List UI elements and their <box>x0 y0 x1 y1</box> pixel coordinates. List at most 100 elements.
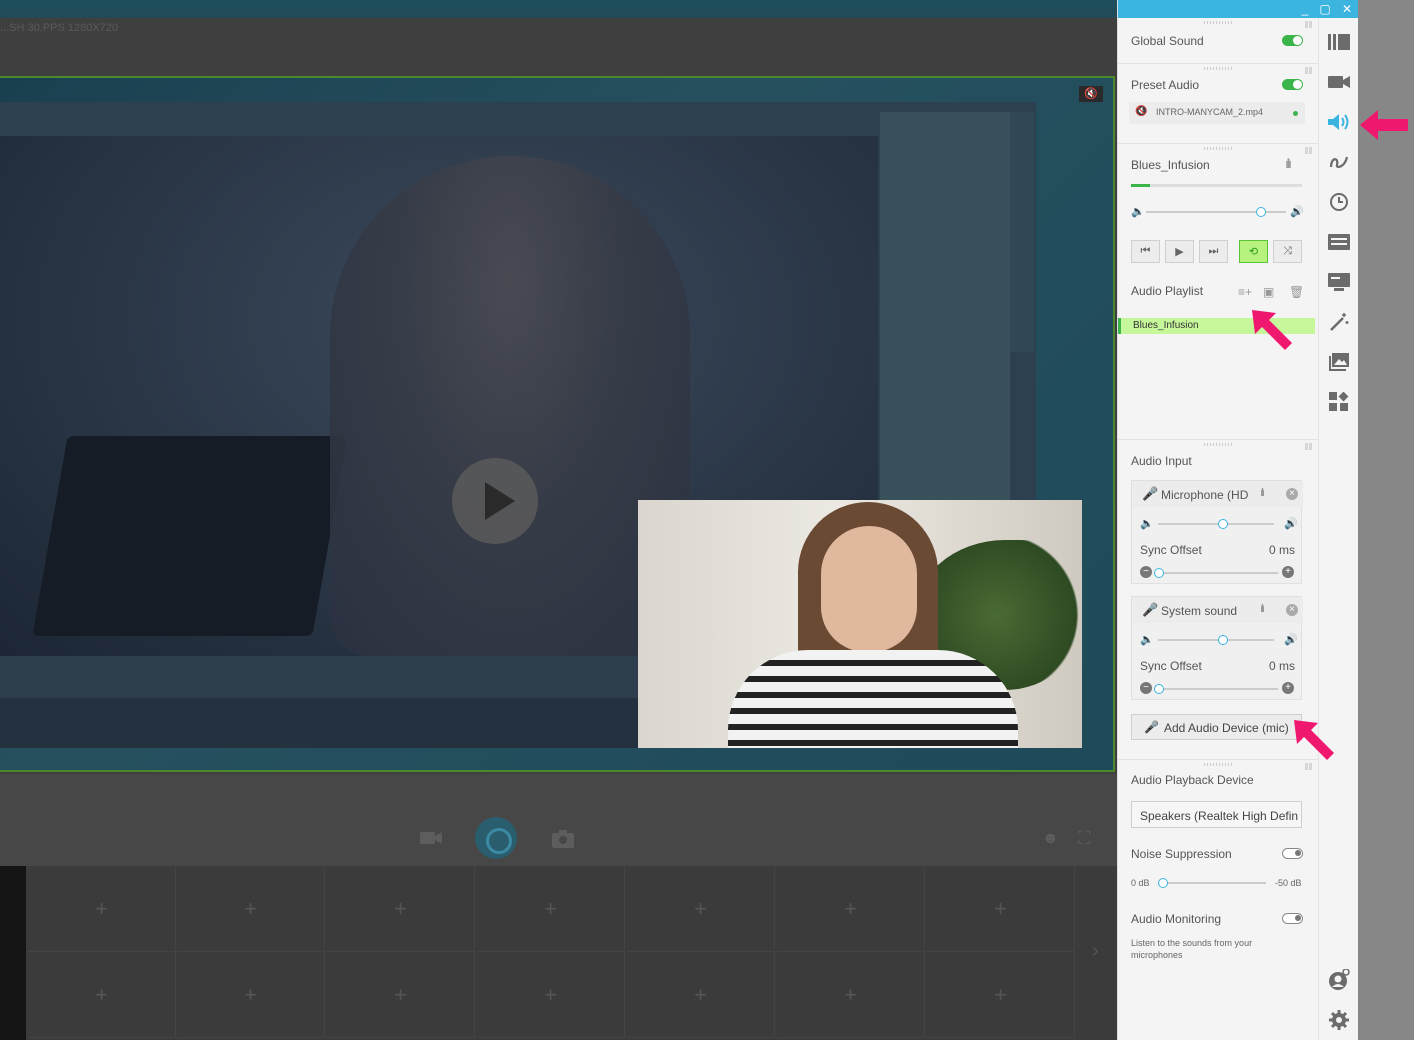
device-volume-knob[interactable] <box>1218 519 1228 529</box>
remove-device-button[interactable]: × <box>1286 488 1298 500</box>
preset-audio-section: Preset Audio 🔇 INTRO-MANYCAM_2.mp4 <box>1118 64 1318 144</box>
repeat-button[interactable]: ⟲ <box>1239 240 1268 263</box>
audio-input-section: Audio Input 🎤 Microphone (HD ıllı × 🔈 🔊 … <box>1118 440 1318 760</box>
widgets-icon[interactable] <box>1327 390 1351 414</box>
device-volume-slider[interactable] <box>1158 519 1274 529</box>
grid-cell[interactable]: + <box>927 866 1075 952</box>
drag-grip[interactable] <box>1204 67 1232 70</box>
next-button[interactable]: ⏭ <box>1199 240 1228 263</box>
remove-device-button[interactable]: × <box>1286 604 1298 616</box>
corner-handle[interactable] <box>1305 443 1312 450</box>
drag-grip[interactable] <box>1204 21 1232 24</box>
lower-thirds-icon[interactable] <box>1327 230 1351 254</box>
device-volume-slider[interactable] <box>1158 635 1274 645</box>
audio-icon[interactable] <box>1327 110 1351 134</box>
save-icon[interactable]: ▣ <box>1263 285 1274 299</box>
track-progress[interactable] <box>1131 184 1302 187</box>
sync-offset-slider[interactable] <box>1154 684 1278 694</box>
grid-next-arrow[interactable]: › <box>1092 940 1099 963</box>
grid-cell[interactable]: + <box>477 952 625 1038</box>
effects-icon[interactable] <box>1327 310 1351 334</box>
grid-cell[interactable]: + <box>28 866 176 952</box>
main-preview[interactable]: 🔇 <box>0 76 1115 772</box>
account-icon[interactable] <box>1327 968 1351 992</box>
presets-icon[interactable] <box>1327 30 1351 54</box>
grid-cell[interactable]: + <box>627 866 775 952</box>
play-button[interactable] <box>452 458 538 544</box>
images-icon[interactable] <box>1327 350 1351 374</box>
picture-in-picture[interactable] <box>638 500 1082 748</box>
camera-icon[interactable] <box>420 826 442 852</box>
corner-handle[interactable] <box>1305 147 1312 154</box>
grid-cell[interactable]: + <box>777 952 925 1038</box>
player-volume-knob[interactable] <box>1256 207 1266 217</box>
sync-offset-knob[interactable] <box>1154 568 1164 578</box>
drag-grip[interactable] <box>1204 147 1232 150</box>
grid-cell[interactable]: + <box>177 952 325 1038</box>
player-volume-slider[interactable] <box>1146 207 1286 217</box>
grid-cell[interactable]: + <box>777 866 925 952</box>
sync-offset-value: 0 ms <box>1269 543 1296 557</box>
icon-rail <box>1318 18 1358 1040</box>
sync-offset-slider[interactable] <box>1154 568 1278 578</box>
sync-offset-value: 0 ms <box>1269 659 1296 673</box>
noise-knob[interactable] <box>1158 878 1168 888</box>
sync-offset-knob[interactable] <box>1154 684 1164 694</box>
preset-file-row[interactable]: 🔇 INTRO-MANYCAM_2.mp4 <box>1129 102 1305 124</box>
close-button[interactable]: ✕ <box>1337 1 1357 17</box>
device-volume-knob[interactable] <box>1218 635 1228 645</box>
grid-cell[interactable]: + <box>28 952 176 1038</box>
sync-decrease-button[interactable]: − <box>1140 566 1152 578</box>
draw-icon[interactable] <box>1327 150 1351 174</box>
shuffle-button[interactable]: ⤨ <box>1273 240 1302 263</box>
grid-cell[interactable]: + <box>927 952 1075 1038</box>
broadcast-icon[interactable] <box>475 817 517 859</box>
minimize-button[interactable]: _ <box>1295 1 1315 17</box>
play-track-button[interactable]: ▶ <box>1165 240 1194 263</box>
corner-handle[interactable] <box>1305 67 1312 74</box>
pip-face <box>821 526 917 652</box>
maximize-button[interactable]: ▢ <box>1315 1 1335 17</box>
audio-panel: _ ▢ ✕ Global Sound Preset Audio 🔇 INTRO-… <box>1117 0 1359 1040</box>
global-sound-toggle[interactable] <box>1282 35 1303 46</box>
history-icon[interactable] <box>1327 190 1351 214</box>
preset-audio-toggle[interactable] <box>1282 79 1303 90</box>
monitoring-toggle[interactable] <box>1282 913 1303 924</box>
global-sound-section: Global Sound <box>1118 18 1318 64</box>
playback-device-select[interactable]: Speakers (Realtek High Defin <box>1131 801 1302 828</box>
drag-grip[interactable] <box>1204 763 1232 766</box>
monitoring-hint: Listen to the sounds from your microphon… <box>1131 938 1253 960</box>
input-device-card: 🎤 Microphone (HD ıllı × 🔈 🔊 Sync Offset … <box>1131 480 1303 584</box>
sync-decrease-button[interactable]: − <box>1140 682 1152 694</box>
grid-cell[interactable]: + <box>627 952 775 1038</box>
snapshot-icon[interactable] <box>552 828 574 854</box>
drag-grip[interactable] <box>1204 443 1232 446</box>
microphone-icon[interactable]: 🎤 <box>1142 602 1158 618</box>
add-to-playlist-icon[interactable]: ≡+ <box>1238 285 1252 299</box>
main-stage: ...SH 30.PPS 1280X720 🔇 ☻ ⛶ + + + + + + … <box>0 0 1117 1040</box>
audio-playlist-label: Audio Playlist <box>1131 284 1204 298</box>
delete-icon[interactable]: 🗑 <box>1289 285 1304 299</box>
grid-cell[interactable]: + <box>177 866 325 952</box>
screen-icon[interactable] <box>1327 270 1351 294</box>
noise-toggle[interactable] <box>1282 848 1303 859</box>
microphone-icon[interactable]: 🎤 <box>1142 486 1158 502</box>
previous-button[interactable]: ⏮ <box>1131 240 1160 263</box>
stream-stats: ...SH 30.PPS 1280X720 <box>0 22 119 34</box>
grid-cell[interactable]: + <box>327 866 475 952</box>
player-section: Blues_Infusion ıllı 🔈 🔊 ⏮ ▶ ⏭ ⟲ ⤨ Audio … <box>1118 144 1318 440</box>
sync-increase-button[interactable]: + <box>1282 566 1294 578</box>
mute-icon[interactable]: 🔇 <box>1135 106 1147 117</box>
add-audio-device-button[interactable]: 🎤 Add Audio Device (mic) <box>1131 714 1302 740</box>
video-icon[interactable] <box>1327 70 1351 94</box>
volume-low-icon: 🔈 <box>1140 518 1154 530</box>
noise-slider[interactable] <box>1158 878 1266 888</box>
corner-handle[interactable] <box>1305 21 1312 28</box>
grid-cell[interactable]: + <box>477 866 625 952</box>
grid-cell[interactable]: + <box>327 952 475 1038</box>
input-device-card: 🎤 System sound ıllı × 🔈 🔊 Sync Offset 0 … <box>1131 596 1303 700</box>
sync-increase-button[interactable]: + <box>1282 682 1294 694</box>
mask-icon[interactable]: ☻ <box>1042 830 1059 848</box>
fullscreen-icon[interactable]: ⛶ <box>1078 828 1091 849</box>
settings-icon[interactable] <box>1327 1008 1351 1032</box>
